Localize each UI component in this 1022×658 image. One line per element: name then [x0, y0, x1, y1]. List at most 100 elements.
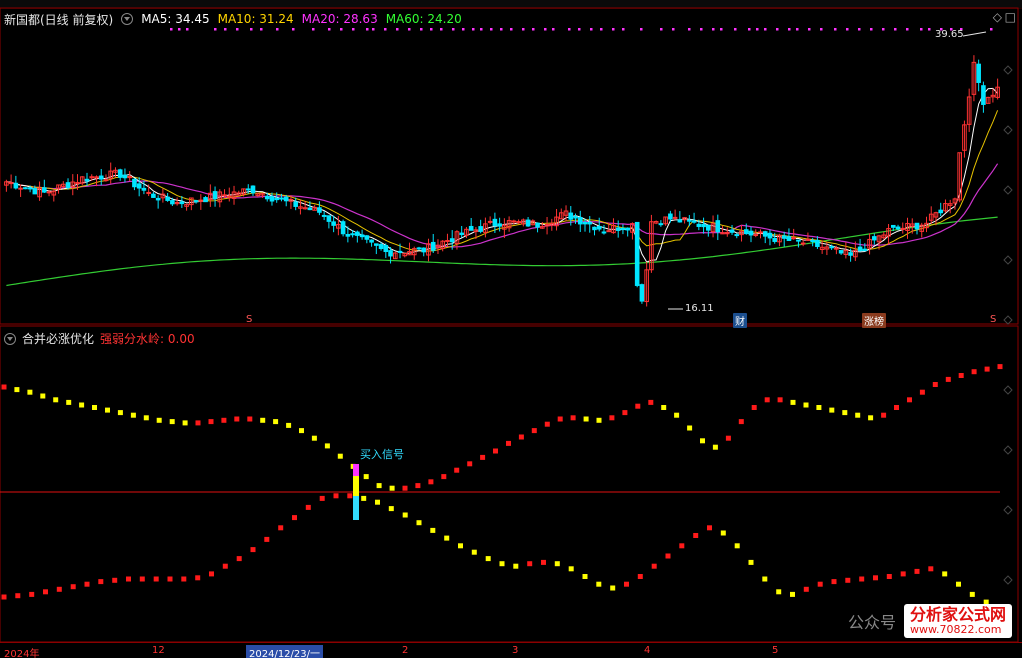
x-tick-5: 5 [772, 645, 779, 656]
indicator-dot [428, 479, 434, 485]
candle-body [421, 247, 427, 253]
top-mark [462, 28, 465, 31]
indicator-legend: 合并必涨优化 强弱分水岭: 0.00 [4, 330, 195, 347]
indicator-dot [748, 559, 754, 565]
indicator-dot [444, 535, 450, 541]
candle-body [981, 85, 986, 105]
top-mark [544, 28, 547, 31]
candle-body [706, 224, 711, 231]
candle-body [582, 221, 588, 225]
indicator-dot [971, 369, 977, 375]
candle-body [245, 188, 251, 191]
candle-body [132, 178, 137, 188]
indicator-dot [894, 405, 899, 410]
buy-signal-label: 买入信号 [360, 448, 404, 461]
indicator-menu-icon[interactable] [4, 332, 16, 345]
top-mark [928, 28, 931, 31]
candle-body [687, 219, 692, 222]
indicator-dot [610, 585, 616, 591]
indicator-dot [803, 402, 809, 408]
candle-body [696, 223, 702, 227]
candle-body [170, 200, 175, 205]
candle-body [165, 196, 170, 201]
chart-canvas[interactable] [0, 0, 1022, 658]
indicator-dot [98, 579, 104, 585]
candle-body [857, 246, 863, 252]
top-mark [490, 28, 493, 31]
indicator-dot [527, 561, 533, 567]
indicator-dot [969, 591, 975, 597]
indicator-name[interactable]: 合并必涨优化 [22, 330, 94, 347]
candle-body [715, 220, 721, 233]
indicator-dot [541, 559, 546, 565]
indicator-dot [167, 576, 173, 582]
indicator-dot [15, 593, 21, 599]
candle-body [212, 191, 218, 200]
candle-body [141, 187, 147, 191]
candle-body [340, 221, 346, 235]
indicator-dot [845, 577, 851, 583]
top-mark [590, 28, 593, 31]
candle-body [848, 252, 853, 256]
top-mark [250, 28, 253, 31]
buy-signal-bar[interactable] [353, 464, 359, 520]
diamond-marker [1003, 575, 1013, 585]
candle-body [345, 233, 351, 237]
diamond-marker [1003, 315, 1013, 325]
candle-body [810, 239, 815, 242]
top-mark [500, 28, 503, 31]
top-mark [748, 28, 751, 31]
indicator-dot [557, 416, 563, 422]
limit-up-badge[interactable]: 涨榜 [862, 313, 886, 328]
indicator-dot [415, 483, 421, 489]
top-mark [372, 28, 375, 31]
indicator-dot [467, 461, 473, 467]
indicator-dot [651, 563, 657, 569]
low-price-label: 16.11 [685, 303, 714, 314]
top-mark [640, 28, 643, 31]
top-mark [532, 28, 535, 31]
indicator-dot [337, 453, 343, 459]
indicator-dot [570, 415, 576, 421]
finance-badge[interactable]: 财 [733, 313, 747, 328]
diamond-marker [1003, 125, 1013, 135]
indicator-dot [582, 574, 588, 579]
top-mark [612, 28, 615, 31]
indicator-dot [790, 399, 796, 405]
indicator-dot [958, 373, 964, 378]
candle-body [416, 247, 422, 250]
candle-body [701, 223, 706, 228]
indicator-dot [376, 483, 382, 489]
candle-body [307, 207, 313, 211]
indicator-dot [868, 415, 874, 421]
diamond-marker [1003, 385, 1013, 395]
indicator-dot [430, 527, 436, 533]
candle-body [98, 175, 104, 180]
top-mark [600, 28, 603, 31]
candle-body [203, 197, 208, 203]
top-mark [170, 28, 173, 31]
top-mark [430, 28, 433, 31]
indicator-dot [195, 575, 201, 581]
top-mark [788, 28, 791, 31]
candle-body [388, 250, 393, 257]
candle-body [383, 245, 389, 253]
indicator-dot [471, 549, 477, 555]
indicator-dot [388, 506, 394, 512]
indicator-dot [859, 576, 865, 582]
candle-body [800, 242, 806, 245]
candle-body [734, 234, 740, 237]
indicator-dot [956, 581, 961, 587]
indicator-dot [195, 420, 201, 426]
indicator-dot [105, 407, 110, 413]
indicator-dot [734, 543, 740, 549]
candle-body [75, 182, 80, 185]
indicator-dot [234, 416, 240, 422]
candle-body [326, 215, 332, 222]
indicator-dot [79, 402, 85, 408]
indicator-dot [458, 543, 463, 549]
x-tick-3: 3 [512, 645, 519, 656]
indicator-dot [665, 553, 671, 559]
indicator-dot [816, 405, 822, 410]
indicator-dot [637, 574, 643, 579]
